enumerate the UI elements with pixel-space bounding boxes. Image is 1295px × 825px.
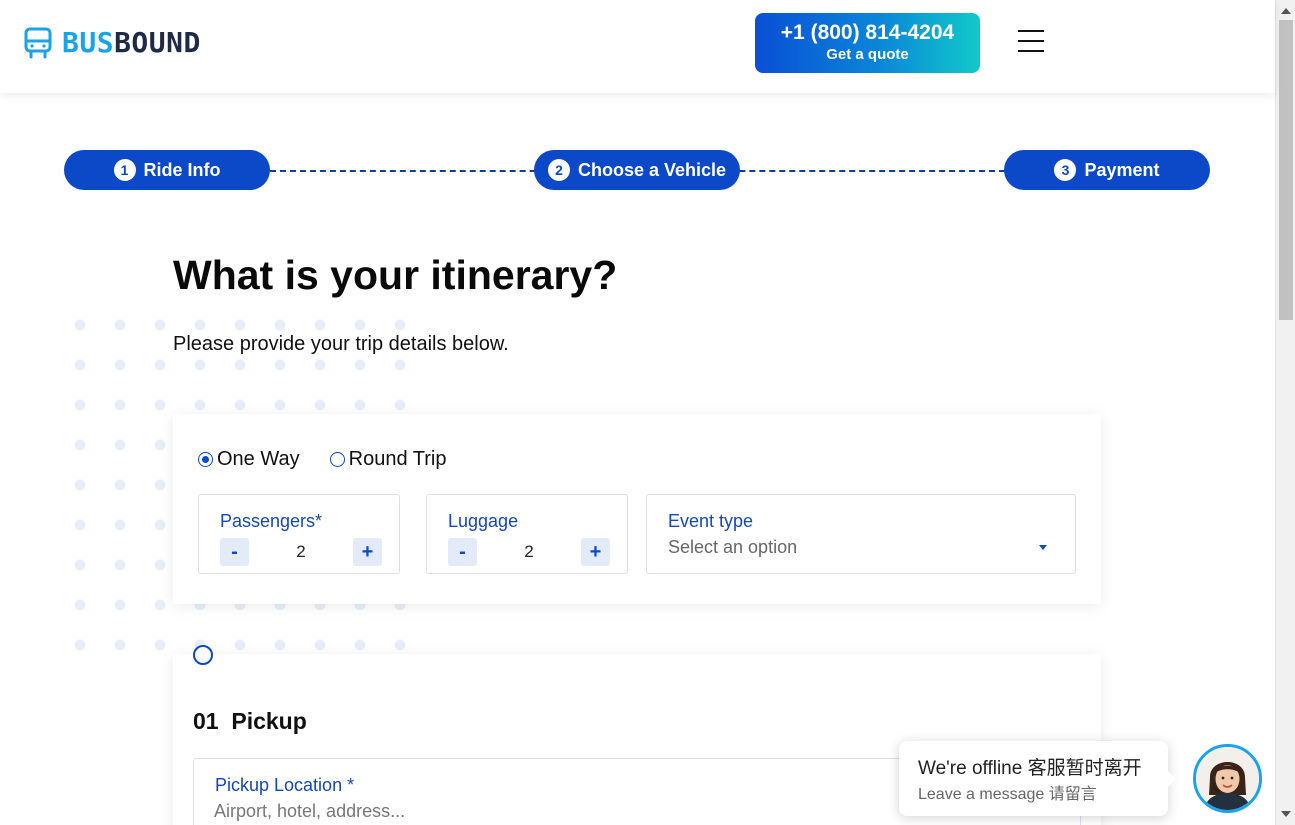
radio-label: One Way <box>217 448 300 470</box>
radio-checked-icon[interactable] <box>198 452 213 467</box>
luggage-label: Luggage <box>448 511 519 531</box>
luggage-decrement-button[interactable]: - <box>448 538 477 566</box>
timeline-marker-icon <box>193 645 213 665</box>
luggage-field: Luggage - 2 + <box>426 494 628 574</box>
passengers-decrement-button[interactable]: - <box>220 538 249 566</box>
one-way-radio[interactable]: One Way <box>198 448 300 471</box>
trip-type-selector: One Way Round Trip <box>198 448 446 471</box>
passengers-increment-button[interactable]: + <box>353 538 382 566</box>
step-ride-info[interactable]: 1 Ride Info <box>64 150 270 190</box>
agent-avatar-icon <box>1196 747 1259 810</box>
busbound-logo[interactable]: BUSBOUND <box>24 26 201 59</box>
get-quote-button[interactable]: +1 (800) 814-4204 Get a quote <box>755 13 980 73</box>
passengers-field: Passengers* - 2 + <box>198 494 400 574</box>
passengers-value[interactable]: 2 <box>296 542 305 562</box>
page-subtitle: Please provide your trip details below. <box>173 333 509 355</box>
quote-label: Get a quote <box>826 46 909 63</box>
passengers-stepper: - 2 + <box>220 538 382 566</box>
chat-offline-bubble[interactable]: We're offline 客服暂时离开 Leave a message 请留言 <box>899 741 1176 816</box>
step-label: Payment <box>1084 159 1160 180</box>
logo-wordmark: BUSBOUND <box>62 26 201 59</box>
logo-text-bound: BOUND <box>114 26 201 59</box>
chat-leave-message: Leave a message 请留言 <box>918 786 1097 803</box>
bus-icon <box>24 27 52 58</box>
round-trip-radio[interactable]: Round Trip <box>329 448 447 471</box>
luggage-stepper: - 2 + <box>448 538 610 566</box>
caret-down-icon <box>1039 545 1047 550</box>
luggage-value[interactable]: 2 <box>524 542 533 562</box>
trip-details-card: One Way Round Trip Passengers* - 2 + Lug… <box>173 414 1101 604</box>
pickup-section-title: 01 Pickup <box>193 708 307 734</box>
event-type-label: Event type <box>668 511 754 531</box>
scrollbar-thumb[interactable] <box>1279 20 1293 320</box>
step-number: 1 <box>113 159 136 181</box>
passengers-label: Passengers* <box>220 511 323 531</box>
step-number: 2 <box>547 159 570 181</box>
scroll-up-arrow-icon[interactable] <box>1281 8 1291 14</box>
step-label: Ride Info <box>143 159 221 180</box>
step-label: Choose a Vehicle <box>577 159 727 180</box>
page-title: What is your itinerary? <box>173 252 618 298</box>
site-header: BUSBOUND +1 (800) 814-4204 Get a quote <box>0 0 1275 93</box>
hamburger-menu-icon[interactable] <box>1018 30 1044 54</box>
pickup-location-input[interactable] <box>214 801 814 822</box>
radio-unchecked-icon[interactable] <box>329 452 345 467</box>
chat-status-title: We're offline 客服暂时离开 <box>918 758 1142 779</box>
event-type-value: Select an option <box>668 537 798 557</box>
pickup-location-label: Pickup Location * <box>215 775 355 795</box>
step-choose-vehicle[interactable]: 2 Choose a Vehicle <box>534 150 740 190</box>
step-payment[interactable]: 3 Payment <box>1004 150 1210 190</box>
radio-label: Round Trip <box>348 448 447 470</box>
logo-text-bus: BUS <box>62 26 115 59</box>
step-number: 3 <box>1054 159 1077 181</box>
page-scrollbar[interactable] <box>1275 0 1295 825</box>
event-type-select[interactable]: Event type Select an option <box>646 494 1076 574</box>
quote-phone-number: +1 (800) 814-4204 <box>780 21 955 44</box>
luggage-increment-button[interactable]: + <box>581 538 610 566</box>
chat-agent-avatar[interactable] <box>1193 744 1262 813</box>
scroll-down-arrow-icon[interactable] <box>1281 811 1291 817</box>
